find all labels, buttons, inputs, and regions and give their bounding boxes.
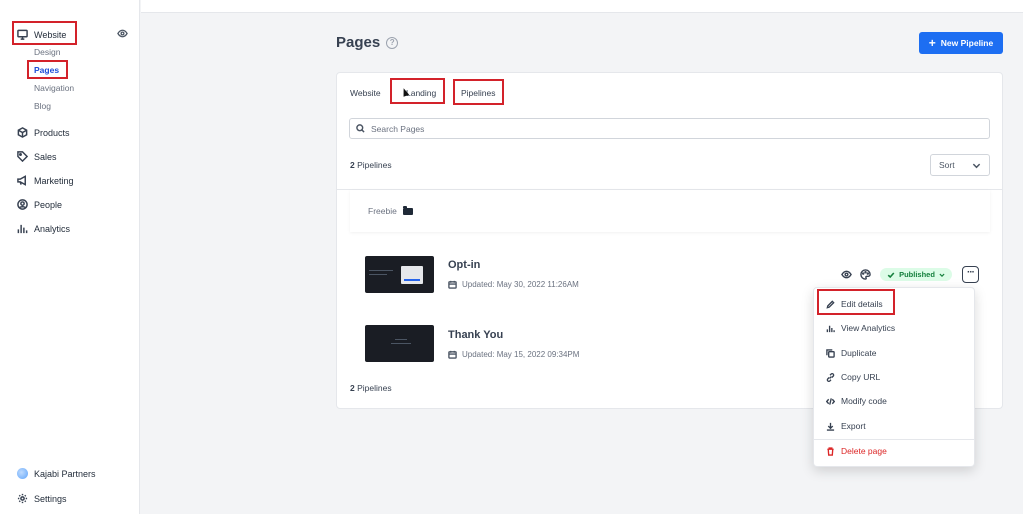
new-pipeline-button[interactable]: + New Pipeline — [919, 32, 1003, 54]
sort-label: Sort — [939, 160, 955, 170]
new-pipeline-label: New Pipeline — [940, 38, 994, 48]
highlight-box — [390, 78, 445, 104]
pipeline-count-label: Pipelines — [357, 160, 392, 170]
tab-website[interactable]: Website — [350, 88, 381, 98]
menu-item-modify-code[interactable]: Modify code — [826, 396, 887, 406]
menu-item-label: Export — [841, 421, 866, 431]
pipeline-count: 2 Pipelines — [350, 160, 392, 170]
folder-icon — [402, 205, 413, 215]
customize-button[interactable] — [860, 269, 871, 280]
page-title-text: Pages — [336, 34, 381, 51]
sidebar: Website Design Pages Navigation Blog Pro… — [0, 0, 140, 514]
eye-icon[interactable] — [117, 29, 128, 38]
sidebar-item-label: Sales — [34, 151, 57, 162]
page-updated: Updated: May 30, 2022 11:26AM — [448, 280, 579, 289]
menu-item-duplicate[interactable]: Duplicate — [826, 348, 876, 358]
page-updated-text: Updated: May 30, 2022 11:26AM — [462, 280, 579, 289]
page-title: Pages ? — [336, 34, 399, 51]
menu-item-label: Copy URL — [841, 372, 881, 382]
box-icon — [17, 127, 28, 138]
palette-icon — [860, 269, 871, 280]
sidebar-item-label: Analytics — [34, 223, 71, 234]
duplicate-icon — [826, 348, 835, 358]
menu-item-label: Duplicate — [841, 348, 877, 358]
page-thumbnail[interactable] — [365, 256, 434, 293]
highlight-box — [12, 21, 77, 45]
search-placeholder: Search Pages — [371, 123, 425, 134]
download-icon — [826, 422, 835, 431]
status-badge-label: Published — [899, 270, 935, 279]
sidebar-sub-design[interactable]: Design — [34, 47, 60, 57]
pipeline-count-label: Pipelines — [357, 383, 392, 393]
plus-icon: + — [928, 36, 936, 50]
calendar-icon — [448, 280, 457, 289]
sidebar-item-label: People — [34, 199, 63, 210]
page-thumbnail[interactable] — [365, 325, 434, 362]
partners-logo-icon — [17, 468, 28, 479]
check-icon — [887, 271, 895, 278]
calendar-icon — [448, 350, 457, 359]
menu-item-label: Modify code — [841, 396, 887, 406]
bar-chart-icon — [17, 224, 28, 234]
pipeline-count-number: 2 — [350, 383, 355, 393]
sidebar-item-partners[interactable]: Kajabi Partners — [17, 468, 96, 479]
sidebar-sub-blog[interactable]: Blog — [34, 101, 51, 111]
status-badge[interactable]: Published — [880, 268, 952, 281]
menu-divider — [814, 439, 974, 440]
eye-icon — [841, 270, 852, 279]
search-icon — [356, 124, 365, 133]
sidebar-sub-navigation[interactable]: Navigation — [34, 83, 74, 93]
chevron-down-icon — [939, 273, 945, 277]
sidebar-item-people[interactable]: People — [17, 199, 62, 210]
search-input[interactable]: Search Pages — [349, 118, 990, 139]
page-updated: Updated: May 15, 2022 09:34PM — [448, 350, 579, 359]
menu-item-export[interactable]: Export — [826, 421, 866, 431]
sidebar-item-label: Settings — [34, 493, 67, 504]
menu-item-delete-page[interactable]: Delete page — [826, 446, 887, 456]
menu-item-label: View Analytics — [841, 323, 896, 333]
gear-icon — [17, 493, 28, 504]
pipeline-count-footer: 2 Pipelines — [350, 383, 392, 393]
menu-item-label: Delete page — [841, 446, 887, 456]
user-circle-icon — [17, 199, 28, 210]
thumbnail-line — [391, 343, 411, 344]
more-options-button[interactable]: ··· — [962, 266, 979, 283]
sidebar-item-marketing[interactable]: Marketing — [17, 175, 74, 186]
folder-label: Freebie — [368, 206, 397, 216]
trash-icon — [827, 446, 834, 456]
chevron-down-icon — [972, 163, 981, 168]
ellipsis-icon: ··· — [967, 266, 975, 278]
pipeline-count-number: 2 — [350, 160, 355, 170]
top-bar — [141, 0, 1023, 13]
megaphone-icon — [17, 175, 26, 186]
page-name[interactable]: Opt-in — [448, 259, 480, 271]
sort-dropdown[interactable]: Sort — [930, 154, 990, 176]
sidebar-item-label: Kajabi Partners — [34, 468, 96, 479]
code-icon — [826, 397, 835, 405]
thumbnail-line — [369, 274, 387, 275]
page-name[interactable]: Thank You — [448, 329, 503, 341]
sidebar-item-sales[interactable]: Sales — [17, 151, 57, 162]
sidebar-item-settings[interactable]: Settings — [17, 493, 67, 504]
sidebar-item-analytics[interactable]: Analytics — [17, 223, 70, 234]
thumbnail-line — [369, 270, 393, 271]
highlight-box — [27, 60, 68, 79]
highlight-box — [453, 79, 504, 105]
highlight-box — [817, 289, 895, 315]
tag-icon — [17, 151, 28, 162]
thumbnail-line — [395, 339, 407, 340]
preview-button[interactable] — [841, 269, 852, 280]
page-updated-text: Updated: May 15, 2022 09:34PM — [462, 350, 580, 359]
sidebar-item-products[interactable]: Products — [17, 127, 70, 138]
sidebar-item-label: Marketing — [34, 175, 74, 186]
menu-item-copy-url[interactable]: Copy URL — [826, 372, 880, 382]
folder-row[interactable]: Freebie — [350, 190, 990, 232]
menu-item-view-analytics[interactable]: View Analytics — [826, 323, 895, 333]
thumbnail-form — [401, 266, 423, 284]
bar-chart-icon — [826, 325, 835, 332]
sidebar-item-label: Products — [34, 127, 70, 138]
link-icon — [826, 372, 835, 382]
help-icon[interactable]: ? — [386, 36, 399, 49]
